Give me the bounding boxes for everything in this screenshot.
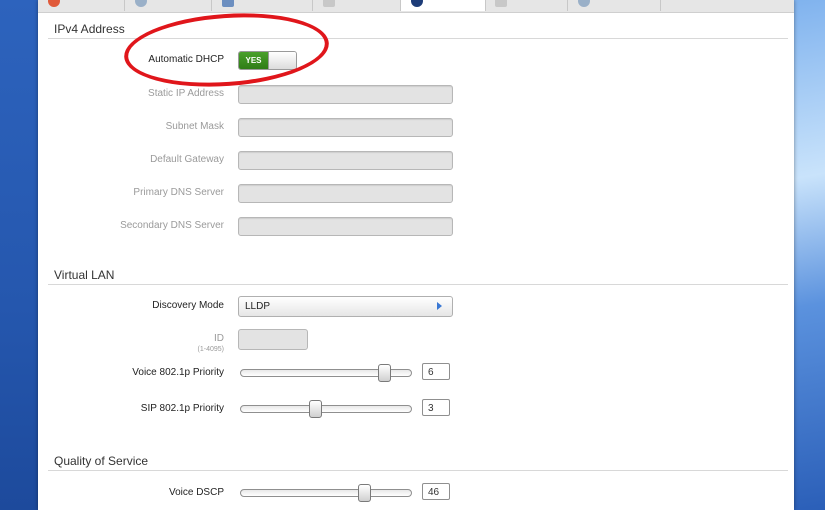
primary-dns-label: Primary DNS Server — [133, 187, 224, 198]
globe-icon — [411, 0, 423, 7]
vlan-id-field[interactable] — [238, 329, 308, 350]
tab-bar — [38, 0, 794, 13]
section-title-vlan: Virtual LAN — [54, 268, 115, 282]
desktop-background-left — [0, 0, 38, 510]
default-gateway-label: Default Gateway — [150, 154, 224, 165]
subnet-mask-field[interactable] — [238, 118, 453, 137]
secondary-dns-field[interactable] — [238, 217, 453, 236]
sip-priority-label: SIP 802.1p Priority — [140, 403, 224, 414]
tab-4[interactable] — [313, 0, 402, 11]
primary-dns-field[interactable] — [238, 184, 453, 203]
discovery-mode-label: Discovery Mode — [152, 300, 224, 311]
sip-priority-value[interactable]: 3 — [422, 399, 450, 416]
tab-icon — [495, 0, 507, 7]
voice-dscp-slider[interactable] — [240, 484, 412, 502]
vlan-id-label: ID — [214, 333, 224, 344]
discovery-mode-select[interactable]: LLDP — [238, 296, 453, 317]
voice-priority-slider[interactable] — [240, 364, 412, 382]
default-gateway-field[interactable] — [238, 151, 453, 170]
sip-priority-slider[interactable] — [240, 400, 412, 418]
voice-dscp-value[interactable]: 46 — [422, 483, 450, 500]
discovery-mode-value: LLDP — [245, 301, 271, 312]
annotation-ellipse — [121, 6, 332, 94]
secondary-dns-label: Secondary DNS Server — [120, 220, 224, 231]
arrow-right-icon — [437, 302, 442, 310]
tab-network[interactable] — [400, 0, 486, 11]
tab-icon — [222, 0, 234, 7]
slider-thumb[interactable] — [309, 400, 322, 418]
tab-icon — [578, 0, 590, 7]
section-title-ipv4: IPv4 Address — [54, 22, 125, 36]
voice-priority-value[interactable]: 6 — [422, 363, 450, 380]
section-title-qos: Quality of Service — [54, 454, 149, 468]
slider-thumb[interactable] — [358, 484, 371, 502]
subnet-mask-label: Subnet Mask — [165, 121, 224, 132]
tab-icon — [48, 0, 60, 7]
tab-7[interactable] — [568, 0, 661, 11]
voice-dscp-label: Voice DSCP — [168, 487, 224, 498]
tab-3[interactable] — [212, 0, 313, 11]
voice-priority-label: Voice 802.1p Priority — [132, 367, 224, 378]
tab-icon — [323, 0, 335, 7]
section-divider — [48, 284, 788, 285]
settings-window: IPv4 Address Automatic DHCP YES Static I… — [38, 0, 794, 510]
static-ip-field[interactable] — [238, 85, 453, 104]
static-ip-label: Static IP Address — [148, 88, 224, 99]
tab-6[interactable] — [485, 0, 568, 11]
section-divider — [48, 470, 788, 471]
tab-1[interactable] — [38, 0, 125, 11]
tab-2[interactable] — [125, 0, 212, 11]
slider-thumb[interactable] — [378, 364, 391, 382]
tab-icon — [135, 0, 147, 7]
vlan-id-hint: (1-4095) — [197, 346, 224, 353]
